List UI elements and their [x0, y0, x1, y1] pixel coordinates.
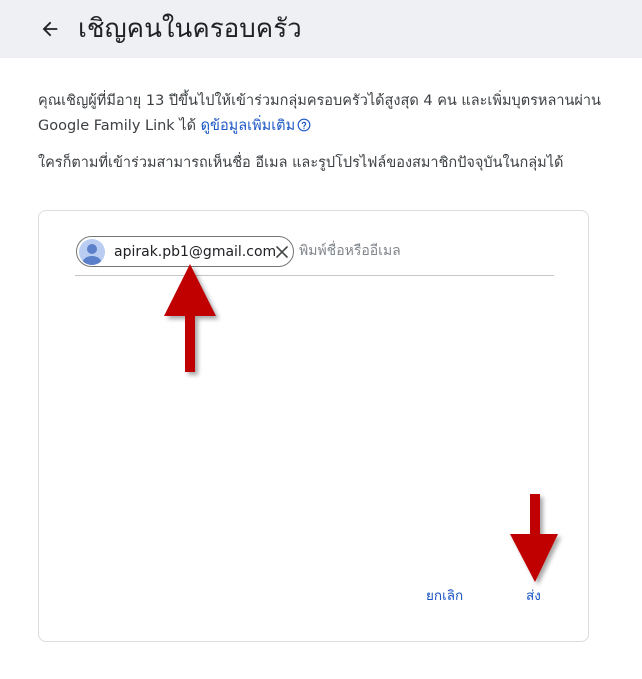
recipient-email: apirak.pb1@gmail.com — [114, 243, 277, 260]
learn-more-link[interactable]: ดูข้อมูลเพิ่มเติม — [201, 118, 295, 134]
input-underline — [75, 275, 554, 276]
learn-more-label: ดูข้อมูลเพิ่มเติม — [200, 118, 296, 134]
recipient-chip[interactable]: apirak.pb1@gmail.com — [76, 236, 294, 267]
invite-description: คุณเชิญผู้ที่มีอายุ 13 ปีขึ้นไปให้เข้าร่… — [38, 89, 608, 139]
close-icon — [276, 245, 288, 258]
back-button[interactable] — [36, 14, 64, 44]
invite-card: apirak.pb1@gmail.com ยกเลิก ส่ง — [38, 210, 589, 642]
privacy-note: ใครก็ตามที่เข้าร่วมสามารถเห็นชื่อ อีเมล … — [38, 155, 564, 171]
person-avatar-icon — [79, 238, 105, 265]
send-button[interactable]: ส่ง — [526, 584, 541, 606]
cancel-button[interactable]: ยกเลิก — [426, 584, 463, 606]
description-text: คุณเชิญผู้ที่มีอายุ 13 ปีขึ้นไปให้เข้าร่… — [38, 93, 601, 134]
page-header: เชิญคนในครอบครัว — [0, 0, 642, 58]
remove-recipient-button[interactable] — [276, 245, 288, 259]
recipient-search-input[interactable] — [299, 239, 549, 263]
help-circle-icon[interactable] — [297, 118, 311, 132]
page-title: เชิญคนในครอบครัว — [78, 14, 302, 44]
arrow-back-icon — [42, 21, 58, 37]
